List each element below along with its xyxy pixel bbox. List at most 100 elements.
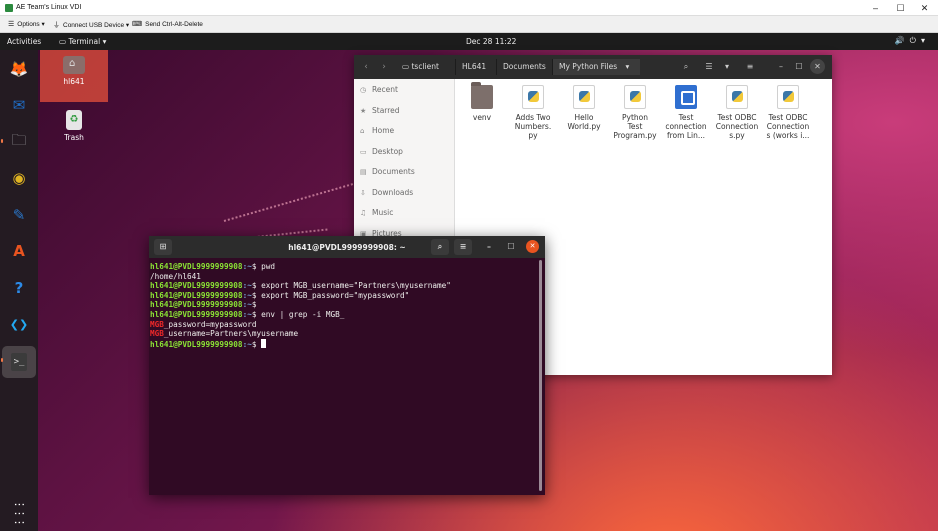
- vdi-maximize-button[interactable]: ☐: [889, 1, 912, 15]
- dock-files[interactable]: 🗀: [5, 128, 33, 156]
- sidebar-item-music[interactable]: ♫ Music: [360, 205, 452, 221]
- options-menu-button[interactable]: ☰ Options ▾: [8, 20, 45, 28]
- desktop-icon-label: hl641: [63, 77, 85, 86]
- vdi-minimize-button[interactable]: –: [864, 1, 887, 15]
- sidebar-item-label: Downloads: [372, 187, 414, 197]
- terminal-maximize-button[interactable]: ☐: [502, 239, 520, 255]
- documents-icon: ▤: [360, 168, 367, 176]
- file-item[interactable]: Test ODBC Connection s (works i...: [763, 85, 813, 140]
- usb-label: Connect USB Device: [63, 22, 125, 29]
- file-name-line: s.py: [729, 131, 745, 140]
- trash-icon: ♻: [66, 110, 82, 130]
- terminal-search-button[interactable]: ⌕: [431, 239, 449, 255]
- file-item[interactable]: venv: [457, 82, 507, 122]
- list-view-button[interactable]: ☰: [700, 59, 718, 75]
- desktop-icon-home[interactable]: ⌂ hl641: [40, 50, 108, 102]
- terminal-line: hl641@PVDL9999999908:~$ export MGB_passw…: [150, 291, 538, 301]
- output-text: /home/hl641: [150, 271, 201, 281]
- show-applications-button[interactable]: ⋮⋮⋮: [5, 498, 33, 526]
- clock[interactable]: Dec 28 11:22: [466, 37, 516, 46]
- sidebar-item-downloads[interactable]: ⇩ Downloads: [360, 185, 452, 201]
- forward-button[interactable]: ›: [376, 59, 392, 75]
- connect-usb-button[interactable]: ⏚ Connect USB Device ▾: [53, 20, 129, 30]
- terminal-menu-button[interactable]: ≡: [454, 239, 472, 255]
- command-text: export MGB_password="mypassword": [261, 290, 410, 300]
- system-menu[interactable]: 🔊⏻▾: [895, 36, 930, 46]
- files-menu-button[interactable]: ≡: [741, 59, 759, 75]
- desktop-icon: ▭: [360, 147, 367, 156]
- sidebar-item-label: Documents: [372, 167, 415, 176]
- file-name-line: py: [528, 131, 538, 140]
- grep-match: MGB: [150, 329, 164, 339]
- vdi-app-icon: [5, 4, 13, 12]
- terminal-output[interactable]: hl641@PVDL9999999908:~$ pwd/home/hl641 hl…: [150, 262, 538, 492]
- view-options-button[interactable]: ▾: [718, 59, 736, 75]
- sidebar-item-home[interactable]: ⌂ Home: [360, 123, 452, 139]
- terminal-close-button[interactable]: ✕: [526, 240, 539, 253]
- desktop-icon-trash[interactable]: ♻ Trash: [43, 110, 105, 142]
- back-button[interactable]: ‹: [358, 59, 374, 75]
- sidebar-item-documents[interactable]: ▤ Documents: [360, 164, 452, 180]
- file-name-line: Numbers.: [514, 122, 552, 131]
- sidebar-item-label: Starred: [372, 105, 400, 115]
- command-text: export MGB_username="Partners\myusername…: [261, 281, 451, 291]
- search-button[interactable]: ⌕: [677, 59, 695, 75]
- file-item[interactable]: Test connection from Lin...: [661, 85, 711, 140]
- terminal-line: hl641@PVDL9999999908:~$ export MGB_usern…: [150, 281, 538, 291]
- files-maximize-button[interactable]: ☐: [790, 59, 808, 75]
- prompt-path: :~: [242, 339, 252, 349]
- prompt-symbol: $: [251, 281, 262, 291]
- dock-rhythmbox[interactable]: ◉: [5, 164, 33, 192]
- rhythmbox-icon: ◉: [12, 169, 26, 187]
- dock-help[interactable]: ?: [5, 274, 33, 302]
- prompt-symbol: $: [251, 339, 262, 349]
- hamburger-icon: ☰: [8, 21, 15, 28]
- terminal-minimize-button[interactable]: –: [480, 239, 498, 255]
- command-text: env | grep -i MGB_: [261, 309, 345, 319]
- help-icon: ?: [14, 279, 24, 297]
- sidebar-item-desktop[interactable]: ▭ Desktop: [360, 144, 452, 160]
- dock-vscode[interactable]: ❮❯: [5, 310, 33, 338]
- dock-libreoffice-writer[interactable]: ✎: [5, 201, 33, 229]
- file-item[interactable]: Test ODBC Connection s.py: [712, 85, 762, 140]
- prompt-path: :~: [242, 300, 252, 310]
- file-name-line: Program.py: [613, 131, 657, 140]
- vdi-close-button[interactable]: ✕: [913, 1, 936, 15]
- keyboard-icon: ⌨: [132, 21, 143, 28]
- file-item[interactable]: Python Test Program.py: [610, 85, 660, 140]
- dock-terminal[interactable]: >_: [2, 346, 36, 378]
- breadcrumb-hl641[interactable]: HL641: [455, 59, 495, 75]
- file-name-line: Test ODBC: [768, 113, 808, 122]
- app-menu-button[interactable]: ▭ Terminal ▾: [59, 37, 106, 46]
- file-item[interactable]: Adds Two Numbers. py: [508, 85, 558, 140]
- breadcrumb-tsclient[interactable]: ▭ tsclient: [396, 59, 452, 75]
- files-minimize-button[interactable]: –: [772, 59, 790, 75]
- terminal-line: hl641@PVDL9999999908:~$ pwd: [150, 262, 538, 272]
- prompt-symbol: $: [251, 309, 262, 319]
- breadcrumb-documents[interactable]: Documents: [496, 59, 550, 75]
- command-text: pwd: [261, 262, 275, 271]
- dock-ubuntu-software[interactable]: A: [5, 237, 33, 265]
- prompt-path: :~: [242, 290, 252, 300]
- prompt-path: :~: [242, 262, 252, 271]
- sidebar-item-label: Home: [372, 126, 395, 135]
- file-name-line: Connection: [715, 122, 759, 131]
- breadcrumb-my-python-files[interactable]: My Python Files ▾: [552, 59, 640, 75]
- sidebar-item-starred[interactable]: ★ Starred: [360, 103, 452, 119]
- firefox-icon: 🦊: [9, 60, 29, 78]
- music-icon: ♫: [360, 209, 367, 217]
- activities-button[interactable]: Activities: [7, 37, 41, 46]
- files-close-button[interactable]: ✕: [810, 59, 825, 74]
- file-item[interactable]: Hello World.py: [559, 85, 609, 131]
- sidebar-item-recent[interactable]: ◷ Recent: [360, 82, 452, 98]
- terminal-scrollbar[interactable]: [539, 260, 543, 492]
- file-name-line: Connection: [766, 122, 810, 131]
- files-icon: 🗀: [11, 130, 27, 149]
- dock-thunderbird[interactable]: ✉: [5, 91, 33, 119]
- terminal-line: MGB_password=mypassword: [150, 320, 538, 330]
- file-name-line: World.py: [567, 122, 601, 131]
- app-grid-icon: ⋮⋮⋮: [13, 498, 26, 526]
- dock-firefox[interactable]: 🦊: [5, 55, 33, 83]
- scrollbar-thumb[interactable]: [539, 260, 542, 491]
- send-ctrl-alt-delete-button[interactable]: ⌨ Send Ctrl-Alt-Delete: [132, 20, 203, 28]
